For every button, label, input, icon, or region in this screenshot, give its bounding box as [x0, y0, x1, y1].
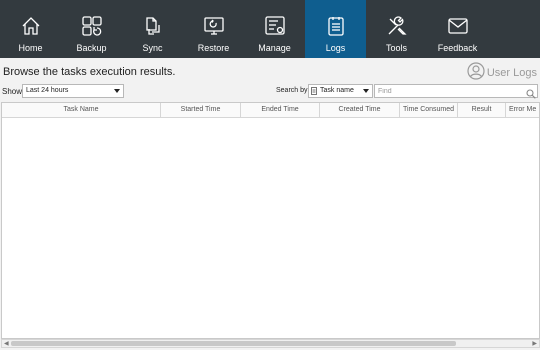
nav-item-tools-label: Tools: [385, 43, 407, 53]
sync-icon: [142, 15, 164, 37]
scroll-left-icon[interactable]: ◀: [4, 341, 9, 347]
search-field-value: Task name: [320, 87, 354, 94]
user-logs-label: User Logs: [486, 66, 537, 79]
scroll-right-icon[interactable]: ▶: [532, 341, 537, 347]
top-nav-bar: Home Backup Sync Restore Manage Logs Too…: [0, 0, 540, 58]
results-table: Task Name Started Time Ended Time Create…: [1, 102, 540, 339]
find-input[interactable]: [374, 84, 538, 98]
search-by-label: Search by:: [276, 87, 310, 94]
scrollbar-thumb[interactable]: [11, 341, 456, 346]
column-header-error-message[interactable]: Error Me: [506, 103, 539, 117]
nav-item-sync[interactable]: Sync: [122, 0, 183, 58]
column-header-result[interactable]: Result: [458, 103, 506, 117]
show-label: Show: [2, 87, 23, 96]
user-logs-link[interactable]: User Logs: [467, 62, 537, 83]
nav-item-manage[interactable]: Manage: [244, 0, 305, 58]
logs-icon: [325, 15, 347, 37]
nav-item-home-label: Home: [18, 43, 43, 53]
nav-item-manage-label: Manage: [258, 43, 291, 53]
column-header-started-time[interactable]: Started Time: [161, 103, 241, 117]
search-icon[interactable]: [526, 86, 536, 99]
horizontal-scrollbar[interactable]: ◀ ▶: [1, 339, 540, 348]
time-range-select[interactable]: Last 24 hours: [22, 84, 124, 98]
search-field-select[interactable]: Task name: [308, 84, 373, 98]
nav-item-restore[interactable]: Restore: [183, 0, 244, 58]
column-header-ended-time[interactable]: Ended Time: [241, 103, 320, 117]
nav-item-logs[interactable]: Logs: [305, 0, 366, 58]
restore-icon: [203, 15, 225, 37]
column-header-task-name[interactable]: Task Name: [2, 103, 161, 117]
manage-icon: [264, 15, 286, 37]
column-header-time-consumed[interactable]: Time Consumed: [400, 103, 458, 117]
user-icon: [467, 62, 487, 83]
home-icon: [20, 15, 42, 37]
page-title: Browse the tasks execution results.: [3, 66, 176, 78]
nav-item-logs-label: Logs: [325, 43, 346, 53]
feedback-icon: [447, 15, 469, 37]
nav-item-home[interactable]: Home: [0, 0, 61, 58]
document-icon: [311, 87, 317, 95]
time-range-value: Last 24 hours: [26, 87, 69, 94]
chevron-down-icon: [363, 89, 369, 93]
nav-item-tools[interactable]: Tools: [366, 0, 427, 58]
chevron-down-icon: [114, 89, 120, 93]
table-header: Task Name Started Time Ended Time Create…: [2, 103, 539, 118]
nav-item-feedback-label: Feedback: [437, 43, 478, 53]
column-header-created-time[interactable]: Created Time: [320, 103, 400, 117]
nav-item-restore-label: Restore: [197, 43, 230, 53]
nav-item-backup-label: Backup: [76, 43, 107, 53]
nav-item-sync-label: Sync: [142, 43, 163, 53]
nav-item-feedback[interactable]: Feedback: [427, 0, 488, 58]
nav-item-backup[interactable]: Backup: [61, 0, 122, 58]
tools-icon: [386, 15, 408, 37]
backup-icon: [81, 15, 103, 37]
